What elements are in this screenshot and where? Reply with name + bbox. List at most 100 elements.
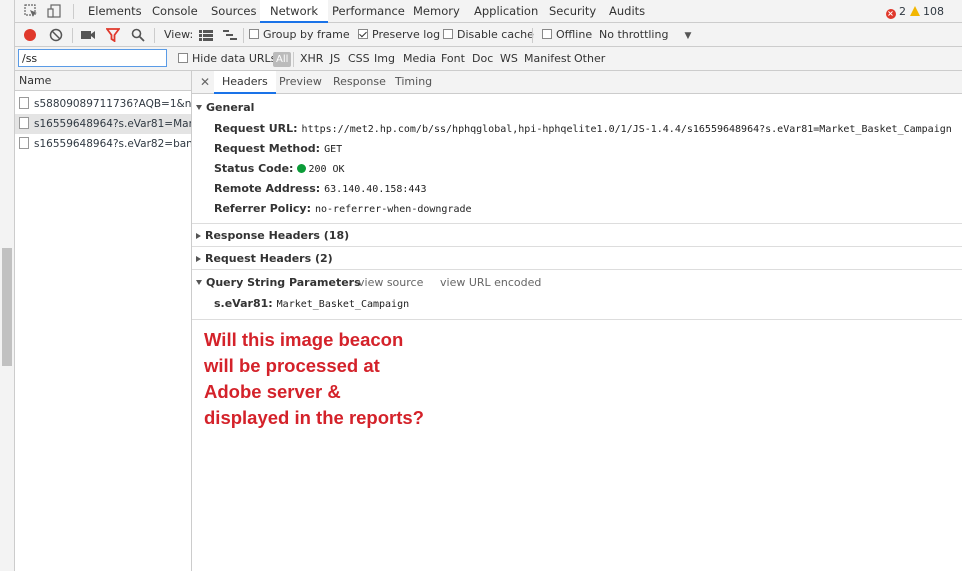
request-details-panel: ✕ Headers Preview Response Timing Genera… <box>192 71 962 571</box>
toolbar-separator <box>243 28 244 43</box>
throttling-select[interactable]: No throttling ▼ <box>599 23 691 47</box>
tab-sources[interactable]: Sources <box>211 0 257 23</box>
response-headers-section-header[interactable]: Response Headers (18) <box>196 229 349 242</box>
filter-type-other[interactable]: Other <box>574 47 605 71</box>
issues-counter[interactable]: × 2 108 <box>885 0 944 23</box>
checkbox-icon[interactable] <box>542 29 552 39</box>
inspect-element-icon[interactable] <box>24 4 38 18</box>
tab-application[interactable]: Application <box>474 0 538 23</box>
request-row[interactable]: s58809089711736?AQB=1&n... <box>15 94 191 114</box>
filter-type-all[interactable]: All <box>273 52 292 67</box>
tab-headers[interactable]: Headers <box>214 71 276 94</box>
filter-type-xhr[interactable]: XHR <box>300 47 323 71</box>
collapsed-triangle-icon <box>196 256 201 262</box>
tab-performance[interactable]: Performance <box>332 0 405 23</box>
request-name: s16559648964?s.eVar82=ban... <box>34 138 191 150</box>
toolbar-separator <box>72 28 73 43</box>
expand-triangle-icon <box>196 280 202 285</box>
status-code-value: 200 OK <box>308 164 345 175</box>
hide-data-urls-checkbox[interactable]: Hide data URLs <box>178 47 276 71</box>
filter-bar: Hide data URLs All XHR JS CSS Img Media … <box>15 47 962 71</box>
search-icon[interactable] <box>131 28 145 42</box>
tab-network[interactable]: Network <box>260 0 329 23</box>
filter-type-img[interactable]: Img <box>374 47 395 71</box>
preserve-log-label: Preserve log <box>372 28 441 41</box>
tab-elements[interactable]: Elements <box>88 0 142 23</box>
large-rows-icon[interactable] <box>199 30 213 41</box>
screenshot-camera-icon[interactable] <box>81 29 96 41</box>
request-row[interactable]: s16559648964?s.eVar82=ban... <box>15 134 191 154</box>
section-divider <box>192 319 962 320</box>
expand-triangle-icon <box>196 105 202 110</box>
filter-input[interactable] <box>18 49 167 67</box>
tab-timing[interactable]: Timing <box>395 71 432 94</box>
disable-cache-checkbox[interactable]: Disable cache <box>443 23 534 47</box>
request-url-label: Request URL: <box>214 122 298 135</box>
tab-preview[interactable]: Preview <box>279 71 322 94</box>
filter-type-doc[interactable]: Doc <box>472 47 493 71</box>
annotation-line: Will this image beacon <box>204 329 404 350</box>
filter-type-js[interactable]: JS <box>330 47 340 71</box>
checkbox-icon[interactable] <box>178 53 188 63</box>
remote-address-label: Remote Address: <box>214 182 321 195</box>
filter-icon[interactable] <box>106 28 120 42</box>
throttling-value: No throttling <box>599 28 669 41</box>
tab-memory[interactable]: Memory <box>413 0 460 23</box>
referrer-policy-label: Referrer Policy: <box>214 202 311 215</box>
query-string-section-header[interactable]: Query String Parameters <box>196 276 361 289</box>
record-icon[interactable] <box>23 28 37 42</box>
response-headers-title: Response Headers (18) <box>205 229 350 242</box>
clear-icon[interactable] <box>49 28 63 42</box>
checkbox-checked-icon[interactable] <box>358 29 368 39</box>
tab-console[interactable]: Console <box>152 0 198 23</box>
status-ok-icon <box>297 164 307 173</box>
section-divider <box>192 269 962 270</box>
devtools-tab-bar: Elements Console Sources Network Perform… <box>15 0 962 23</box>
status-code-row: Status Code: 200 OK <box>214 162 345 175</box>
device-toolbar-icon[interactable] <box>47 4 61 18</box>
general-section-header[interactable]: General <box>196 101 254 114</box>
filter-type-manifest[interactable]: Manifest <box>524 47 571 71</box>
general-title: General <box>206 101 255 114</box>
remote-address-value: 63.140.40.158:443 <box>324 184 427 195</box>
section-divider <box>192 223 962 224</box>
checkbox-icon[interactable] <box>249 29 259 39</box>
request-url-value: https://met2.hp.com/b/ss/hphqglobal,hpi-… <box>301 124 952 135</box>
request-row-selected[interactable]: s16559648964?s.eVar81=Mar... <box>15 114 191 134</box>
preserve-log-checkbox[interactable]: Preserve log <box>358 23 440 47</box>
request-name: s16559648964?s.eVar81=Mar... <box>34 118 191 130</box>
network-toolbar: View: Group by frame Preserve log Disabl… <box>15 23 962 47</box>
referrer-policy-value: no-referrer-when-downgrade <box>315 204 472 215</box>
filter-type-media[interactable]: Media <box>403 47 436 71</box>
filter-type-font[interactable]: Font <box>441 47 465 71</box>
tab-response[interactable]: Response <box>333 71 386 94</box>
collapsed-triangle-icon <box>196 233 201 239</box>
tab-security[interactable]: Security <box>549 0 596 23</box>
request-name: s58809089711736?AQB=1&n... <box>34 98 191 110</box>
request-list: Name s58809089711736?AQB=1&n... s1655964… <box>15 71 192 571</box>
request-url-row: Request URL: https://met2.hp.com/b/ss/hph… <box>214 122 952 135</box>
request-headers-section-header[interactable]: Request Headers (2) <box>196 252 333 265</box>
group-by-frame-checkbox[interactable]: Group by frame <box>249 23 350 47</box>
filter-type-css[interactable]: CSS <box>348 47 370 71</box>
query-param-row: s.eVar81: Market_Basket_Campaign <box>214 297 409 310</box>
offline-checkbox[interactable]: Offline <box>542 23 592 47</box>
filter-type-ws[interactable]: WS <box>500 47 518 71</box>
error-count: 2 <box>899 5 906 18</box>
view-source-link[interactable]: view source <box>358 276 423 289</box>
disable-cache-label: Disable cache <box>457 28 534 41</box>
left-scrollbar[interactable] <box>0 0 15 571</box>
warning-count: 108 <box>923 5 944 18</box>
name-column-header[interactable]: Name <box>15 71 191 91</box>
filter-separator <box>293 52 294 67</box>
error-icon: × <box>885 9 896 19</box>
scrollbar-thumb[interactable] <box>2 248 12 366</box>
tab-audits[interactable]: Audits <box>609 0 645 23</box>
view-url-encoded-link[interactable]: view URL encoded <box>440 276 541 289</box>
toolbar-separator <box>532 28 533 43</box>
checkbox-icon[interactable] <box>443 29 453 39</box>
query-param-value: Market_Basket_Campaign <box>276 299 410 310</box>
waterfall-overview-icon[interactable] <box>223 30 237 41</box>
detail-tab-bar: ✕ Headers Preview Response Timing <box>192 71 962 94</box>
close-icon[interactable]: ✕ <box>200 71 210 94</box>
